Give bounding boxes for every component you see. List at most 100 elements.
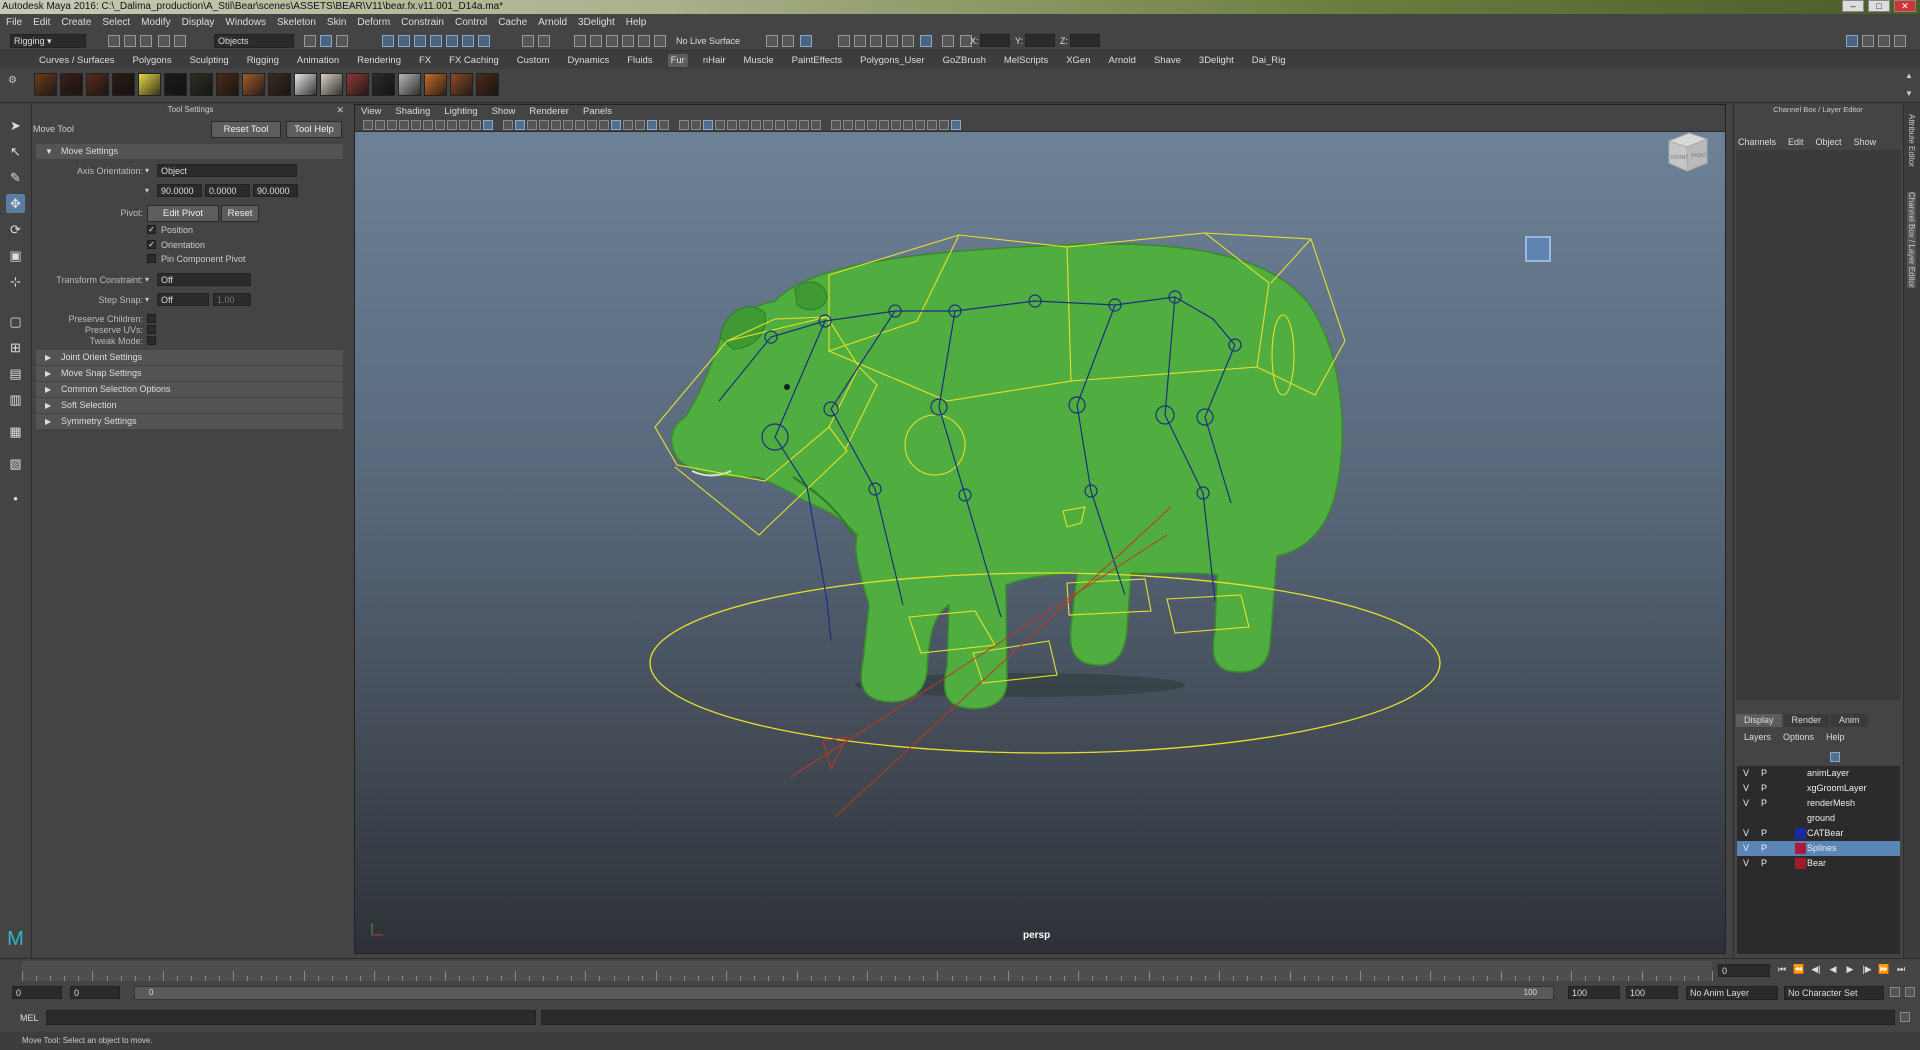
minimize-button[interactable]: – bbox=[1842, 0, 1864, 12]
play-forwards-icon[interactable]: ▶ bbox=[1844, 963, 1856, 975]
modeling-toolkit-icon[interactable] bbox=[782, 35, 794, 47]
last-tool-icon[interactable]: ⊹ bbox=[6, 272, 25, 291]
layer-playback-toggle[interactable]: P bbox=[1761, 856, 1767, 871]
menu-constrain[interactable]: Constrain bbox=[401, 17, 444, 28]
paint-select-tool-icon[interactable]: ✎ bbox=[6, 168, 25, 187]
fur-preset-icon[interactable] bbox=[398, 73, 421, 96]
fur-preset-icon[interactable] bbox=[268, 73, 291, 96]
shelf-tab-custom[interactable]: Custom bbox=[514, 54, 553, 67]
select-tool-icon[interactable]: ➤ bbox=[6, 116, 25, 135]
layer-tab-display[interactable]: Display bbox=[1736, 714, 1782, 727]
shelf-scroll-down-icon[interactable]: ▼ bbox=[1905, 89, 1913, 98]
ipr-icon[interactable] bbox=[638, 35, 650, 47]
layer-row[interactable]: V PanimLayer bbox=[1737, 766, 1900, 781]
section-move-snap[interactable]: ▶ Move Snap Settings bbox=[36, 366, 343, 381]
output-ops-icon[interactable] bbox=[590, 35, 602, 47]
layer-menu-layers[interactable]: Layers bbox=[1744, 732, 1771, 742]
fur-preset-icon[interactable] bbox=[450, 73, 473, 96]
fur-preset-icon[interactable] bbox=[320, 73, 343, 96]
layer-color-swatch[interactable] bbox=[1795, 858, 1806, 869]
fur-preset-icon[interactable] bbox=[216, 73, 239, 96]
shelf-tab-dai-rig[interactable]: Dai_Rig bbox=[1249, 54, 1289, 67]
hypershade-icon[interactable] bbox=[902, 35, 914, 47]
render-preview-icon[interactable] bbox=[920, 35, 932, 47]
preserve-uvs-checkbox[interactable] bbox=[147, 325, 156, 334]
channel-menu-object[interactable]: Object bbox=[1816, 137, 1842, 147]
range-slider-bar[interactable]: 0 100 bbox=[134, 986, 1554, 1000]
layer-tab-render[interactable]: Render bbox=[1783, 714, 1830, 727]
viewport-panel[interactable]: View Shading Lighting Show Renderer Panels bbox=[354, 104, 1726, 954]
layer-playback-toggle[interactable]: P bbox=[1761, 766, 1767, 781]
layer-color-swatch[interactable] bbox=[1795, 768, 1806, 779]
fur-preset-icon[interactable] bbox=[112, 73, 135, 96]
range-start-field[interactable]: 0 bbox=[70, 986, 120, 999]
bear-mesh[interactable] bbox=[670, 243, 1343, 710]
scale-tool-icon[interactable]: ▣ bbox=[6, 246, 25, 265]
shelf-tab-xgen[interactable]: XGen bbox=[1063, 54, 1093, 67]
shelf-tab-sculpting[interactable]: Sculpting bbox=[187, 54, 232, 67]
four-view-layout-icon[interactable]: ⊞ bbox=[6, 338, 25, 357]
layer-visibility-toggle[interactable]: V bbox=[1743, 766, 1749, 781]
layer-playback-toggle[interactable]: P bbox=[1761, 796, 1767, 811]
layer-visibility-toggle[interactable]: V bbox=[1743, 826, 1749, 841]
shelf-tab-polygons[interactable]: Polygons bbox=[130, 54, 175, 67]
step-forward-frame-icon[interactable]: |▶ bbox=[1861, 963, 1873, 975]
select-object-icon[interactable] bbox=[320, 35, 332, 47]
layer-visibility-toggle[interactable]: V bbox=[1743, 841, 1749, 856]
shelf-tab-fur[interactable]: Fur bbox=[667, 53, 688, 67]
undo-icon[interactable] bbox=[158, 35, 170, 47]
channel-box-tab[interactable]: Channel Box / Layer Editor bbox=[1907, 192, 1916, 288]
shelf-tab-melscripts[interactable]: MelScripts bbox=[1001, 54, 1051, 67]
shelf-tab-muscle[interactable]: Muscle bbox=[741, 54, 777, 67]
step-snap-select[interactable]: Off bbox=[157, 293, 209, 306]
new-layer-selected-icon[interactable] bbox=[1830, 752, 1840, 762]
render-icon[interactable] bbox=[622, 35, 634, 47]
snap-grid-icon[interactable] bbox=[382, 35, 394, 47]
shelf-tab-polygons-user[interactable]: Polygons_User bbox=[857, 54, 927, 67]
layer-color-swatch[interactable] bbox=[1795, 828, 1806, 839]
y-field[interactable] bbox=[1025, 34, 1055, 47]
render-view-icon[interactable] bbox=[838, 35, 850, 47]
snap-point-icon[interactable] bbox=[414, 35, 426, 47]
snap-view-icon[interactable] bbox=[430, 35, 442, 47]
layer-visibility-toggle[interactable]: V bbox=[1743, 856, 1749, 871]
single-perspective-layout-icon[interactable]: ▢ bbox=[6, 312, 25, 331]
tool-help-button[interactable]: Tool Help bbox=[286, 121, 342, 138]
channel-menu-channels[interactable]: Channels bbox=[1738, 137, 1776, 147]
menu-modify[interactable]: Modify bbox=[141, 17, 170, 28]
fur-preset-icon[interactable] bbox=[294, 73, 317, 96]
attribute-editor-toggle-icon[interactable] bbox=[1862, 35, 1874, 47]
layer-row[interactable]: V PxgGroomLayer bbox=[1737, 781, 1900, 796]
persp-outliner-layout-icon[interactable]: ▥ bbox=[6, 390, 25, 409]
layer-playback-toggle[interactable]: P bbox=[1761, 826, 1767, 841]
maximize-button[interactable]: □ bbox=[1868, 0, 1890, 12]
menu-windows[interactable]: Windows bbox=[225, 17, 266, 28]
menu-skin[interactable]: Skin bbox=[327, 17, 346, 28]
layer-color-swatch[interactable] bbox=[1795, 843, 1806, 854]
section-soft-selection[interactable]: ▶ Soft Selection bbox=[36, 398, 343, 413]
shelf-tab-arnold[interactable]: Arnold bbox=[1106, 54, 1139, 67]
move-tool-icon[interactable]: ✥ bbox=[6, 194, 25, 213]
ground-control-circle[interactable] bbox=[649, 572, 1441, 754]
fur-preset-icon[interactable] bbox=[476, 73, 499, 96]
snap-curve-icon[interactable] bbox=[398, 35, 410, 47]
mel-input[interactable] bbox=[46, 1010, 536, 1025]
pin-pivot-checkbox[interactable] bbox=[147, 254, 156, 263]
step-snap-value[interactable]: 1.00 bbox=[213, 293, 251, 306]
preserve-children-checkbox[interactable] bbox=[147, 314, 156, 323]
position-checkbox[interactable]: ✓ bbox=[147, 225, 156, 234]
go-to-end-icon[interactable]: ⏭ bbox=[1895, 963, 1907, 975]
close-panel-icon[interactable]: ✕ bbox=[336, 104, 344, 116]
hypershade-layout-icon[interactable]: ▧ bbox=[6, 454, 25, 473]
layer-menu-help[interactable]: Help bbox=[1826, 732, 1845, 742]
menu-control[interactable]: Control bbox=[455, 17, 487, 28]
close-button[interactable]: ✕ bbox=[1894, 0, 1916, 12]
snap-vertex-icon[interactable] bbox=[462, 35, 474, 47]
lasso-tool-icon[interactable]: ↖ bbox=[6, 142, 25, 161]
step-forward-key-icon[interactable]: ⏩ bbox=[1878, 963, 1890, 975]
camera-bookmark-button[interactable] bbox=[1525, 236, 1551, 262]
edit-pivot-button[interactable]: Edit Pivot bbox=[147, 205, 219, 222]
transform-constraint-select[interactable]: Off bbox=[157, 273, 251, 286]
x-field[interactable] bbox=[980, 34, 1010, 47]
select-component-icon[interactable] bbox=[336, 35, 348, 47]
